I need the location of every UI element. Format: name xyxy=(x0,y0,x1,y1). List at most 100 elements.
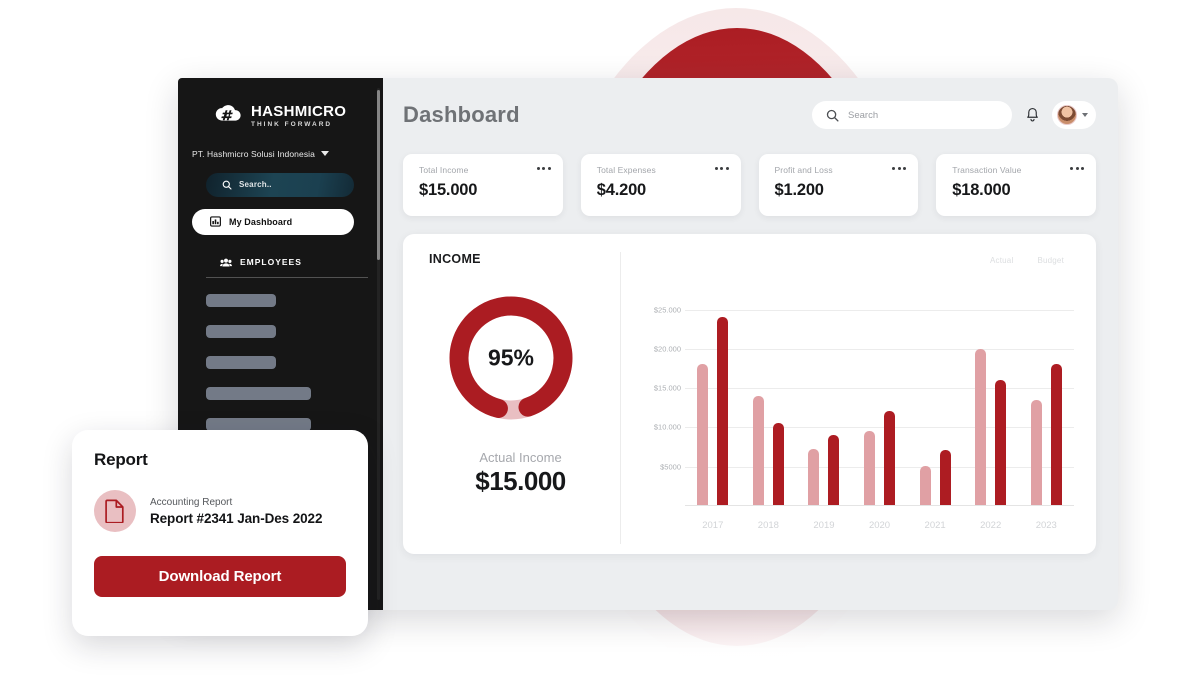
dashboard-grid-icon xyxy=(210,216,221,227)
kpi-more-options-button[interactable] xyxy=(892,167,907,170)
income-heading: INCOME xyxy=(429,252,481,266)
x-axis-tick-label: 2023 xyxy=(1035,520,1057,531)
sidebar-logo[interactable]: HASHMICRO THINK FORWARD xyxy=(178,78,383,129)
document-file-icon xyxy=(94,490,136,532)
chart-bar[interactable] xyxy=(1050,364,1062,505)
chart-bar[interactable] xyxy=(828,434,840,505)
x-axis-tick-label: 2017 xyxy=(702,520,724,531)
sidebar-item-label: My Dashboard xyxy=(229,216,293,227)
sidebar-scrollbar-thumb[interactable] xyxy=(377,90,380,260)
company-selector[interactable]: PT. Hashmicro Solusi Indonesia xyxy=(178,129,383,159)
chart-bar-groups: 2017 2018 2019 2020 2021 2022 2023 xyxy=(685,294,1074,531)
income-bar-chart: Actual Budget $5000 $10.000 $15.000 $20.000 $… xyxy=(621,252,1082,544)
notification-bell-icon[interactable] xyxy=(1022,104,1042,126)
chart-bar-group: 2017 xyxy=(685,294,741,531)
user-menu[interactable] xyxy=(1052,101,1096,129)
y-axis-tick-label: $10.000 xyxy=(653,422,681,432)
chart-bar-group: 2020 xyxy=(852,294,908,531)
report-card: Report Accounting Report Report #2341 Ja… xyxy=(72,430,368,636)
download-report-button[interactable]: Download Report xyxy=(94,556,346,597)
main-content: Dashboard Search Total Income $15.000 To… xyxy=(383,78,1118,610)
kpi-more-options-button[interactable] xyxy=(1070,167,1084,170)
kpi-card: Profit and Loss $1.200 xyxy=(758,154,919,216)
sidebar-placeholder-item[interactable] xyxy=(206,386,311,400)
people-group-icon xyxy=(220,258,232,266)
kpi-value: $18.000 xyxy=(952,181,1011,199)
file-glyph xyxy=(105,499,124,523)
chart-bar[interactable] xyxy=(717,317,729,505)
chart-plot-area: $5000 $10.000 $15.000 $20.000 $25.000 2017 20… xyxy=(635,294,1074,531)
sidebar-search-label: Search.. xyxy=(239,180,272,189)
legend-item: Actual xyxy=(990,256,1014,265)
search-input[interactable]: Search xyxy=(812,101,1012,129)
chart-legend: Actual Budget xyxy=(990,256,1064,265)
top-bar-actions: Search xyxy=(812,101,1096,129)
chart-bar-group: 2018 xyxy=(741,294,797,531)
sidebar-item-my-dashboard[interactable]: My Dashboard xyxy=(192,208,354,235)
actual-income-label: Actual Income xyxy=(479,450,562,465)
chart-bar[interactable] xyxy=(697,364,709,505)
x-axis-tick-label: 2019 xyxy=(813,520,835,531)
kpi-value: $4.200 xyxy=(596,181,647,199)
chevron-down-icon xyxy=(321,151,329,156)
chart-bar-group: 2019 xyxy=(796,294,852,531)
report-item[interactable]: Accounting Report Report #2341 Jan-Des 2… xyxy=(94,490,344,532)
chart-bar[interactable] xyxy=(884,411,896,505)
sidebar-placeholder-item[interactable] xyxy=(206,293,276,307)
chart-bar[interactable] xyxy=(752,395,764,505)
chart-bar[interactable] xyxy=(772,422,784,505)
chart-bar[interactable] xyxy=(919,465,931,505)
income-donut-chart: 95% xyxy=(441,288,581,428)
chart-bar[interactable] xyxy=(995,379,1007,505)
sidebar-placeholder-item[interactable] xyxy=(206,417,311,431)
avatar xyxy=(1057,105,1077,125)
chevron-down-icon xyxy=(1082,113,1088,117)
x-axis-tick-label: 2020 xyxy=(868,520,891,531)
chart-bar-group: 2023 xyxy=(1018,294,1074,531)
income-panel: INCOME 95% Actual Income $15.000 Actual B… xyxy=(403,234,1096,554)
search-placeholder-text: Search xyxy=(848,109,879,121)
x-axis-tick-label: 2022 xyxy=(980,520,1002,531)
kpi-label: Total Expenses xyxy=(596,165,656,175)
chart-axis-line xyxy=(685,505,1074,506)
logo-tagline: THINK FORWARD xyxy=(251,121,333,128)
x-axis-tick-label: 2021 xyxy=(924,520,946,531)
kpi-label: Profit and Loss xyxy=(774,165,833,175)
page-title: Dashboard xyxy=(403,102,520,127)
donut-percent-label: 95% xyxy=(487,344,535,371)
kpi-card: Transaction Value $18.000 xyxy=(936,154,1096,216)
y-axis-tick-label: $20.000 xyxy=(653,344,681,354)
sidebar-search-input[interactable]: Search.. xyxy=(206,172,354,197)
legend-item: Budget xyxy=(1037,256,1064,265)
kpi-label: Transaction Value xyxy=(952,165,1022,175)
y-axis-tick-label: $5000 xyxy=(660,462,681,472)
sidebar-section-label: EMPLOYEES xyxy=(240,257,302,267)
kpi-more-options-button[interactable] xyxy=(714,167,729,170)
sidebar-placeholder-list xyxy=(178,293,383,431)
chart-bar[interactable] xyxy=(808,448,820,505)
sidebar-divider xyxy=(206,276,368,278)
chart-bar[interactable] xyxy=(939,450,951,505)
report-name: Report #2341 Jan-Des 2022 xyxy=(150,510,323,526)
kpi-card-row: Total Income $15.000 Total Expenses $4.200 P… xyxy=(403,154,1096,216)
report-card-title: Report xyxy=(94,450,148,469)
x-axis-tick-label: 2018 xyxy=(757,520,779,531)
company-name: PT. Hashmicro Solusi Indonesia xyxy=(192,148,315,159)
kpi-card: Total Expenses $4.200 xyxy=(580,154,741,216)
report-subtitle: Accounting Report xyxy=(150,496,233,508)
chart-bar[interactable] xyxy=(975,348,987,505)
sidebar-section-employees[interactable]: EMPLOYEES xyxy=(220,257,383,268)
kpi-card: Total Income $15.000 xyxy=(403,154,563,216)
y-axis-tick-label: $25.000 xyxy=(653,305,681,315)
chart-bar-group: 2022 xyxy=(963,294,1019,531)
kpi-more-options-button[interactable] xyxy=(536,167,551,170)
sidebar-placeholder-item[interactable] xyxy=(206,324,276,338)
y-axis-tick-label: $15.000 xyxy=(653,383,681,393)
kpi-value: $15.000 xyxy=(419,181,478,199)
kpi-label: Total Income xyxy=(419,165,469,175)
chart-bar[interactable] xyxy=(1030,399,1042,505)
chart-bar[interactable] xyxy=(864,430,876,505)
search-icon xyxy=(222,180,232,190)
sidebar-placeholder-item[interactable] xyxy=(206,355,276,369)
income-summary: INCOME 95% Actual Income $15.000 xyxy=(429,252,621,544)
